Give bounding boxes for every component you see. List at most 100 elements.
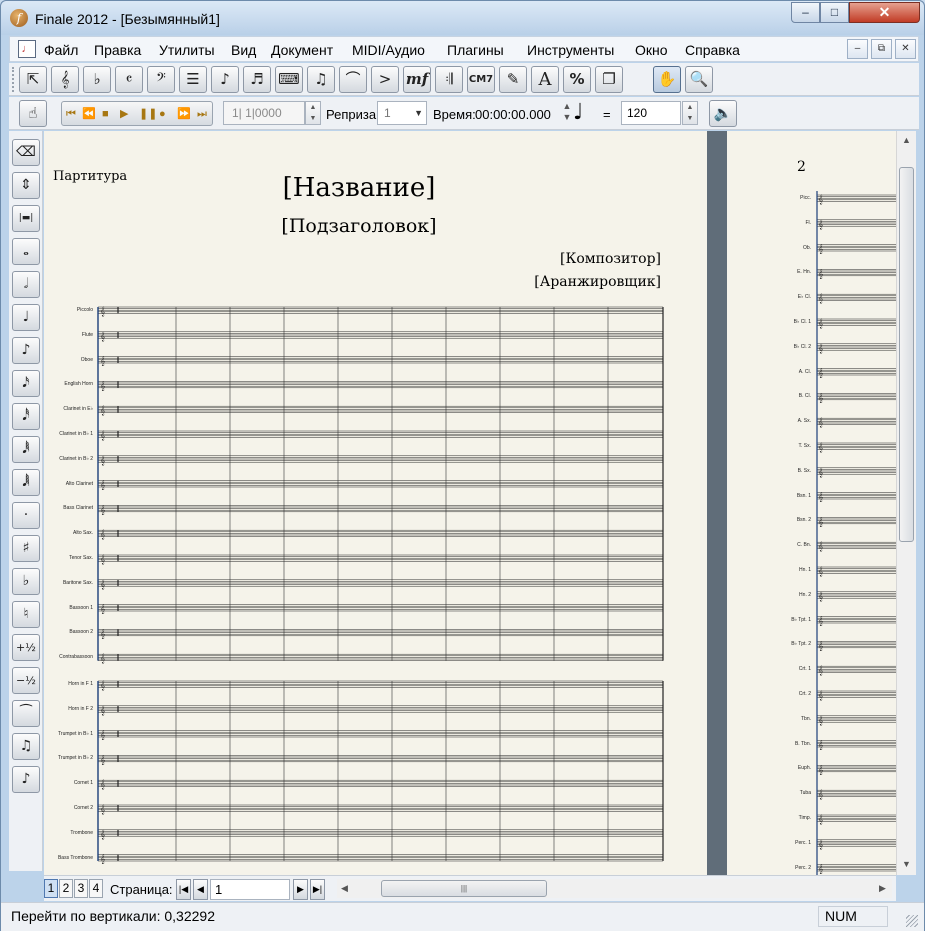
half-note-icon[interactable]: 𝅗𝅥 xyxy=(12,271,40,298)
half-step-down-icon[interactable]: −½ xyxy=(12,667,40,694)
maximize-button[interactable]: □ xyxy=(820,2,849,23)
simple-entry-tool-icon[interactable]: ♪ xyxy=(211,66,239,93)
playback-options-icon[interactable]: ☝ xyxy=(19,100,47,127)
hundred-twenty-eighth-note-icon[interactable]: 𝅘𝅥𝅲 xyxy=(12,469,40,496)
measure-rest-icon[interactable]: |▬| xyxy=(12,205,40,232)
page-tab-1[interactable]: 1 xyxy=(44,879,58,898)
score-page-1[interactable]: Партитура [Название] [Подзаголовок] [Ком… xyxy=(44,131,707,875)
scroll-right-icon[interactable]: ▶ xyxy=(879,883,886,894)
quarter-note-tool-icon[interactable]: ♩ xyxy=(12,304,40,331)
menu-plugins[interactable]: Плагины xyxy=(447,42,504,58)
clef-tool-icon[interactable]: 𝄢 xyxy=(147,66,175,93)
menu-utilities[interactable]: Утилиты xyxy=(159,42,215,58)
lyrics-tool-icon[interactable]: ✎ xyxy=(499,66,527,93)
articulation-tool-icon[interactable]: > xyxy=(371,66,399,93)
tuplet-tool-icon[interactable]: ♫ xyxy=(307,66,335,93)
previous-page-icon[interactable]: ◀ xyxy=(193,879,208,900)
score-canvas[interactable]: Партитура [Название] [Подзаголовок] [Ком… xyxy=(44,131,896,875)
tie-icon[interactable]: ⁀ xyxy=(12,700,40,727)
hand-grabber-tool-icon[interactable]: ✋ xyxy=(653,66,681,93)
scroll-left-icon[interactable]: ◀ xyxy=(341,883,348,894)
smart-shape-tool-icon[interactable]: ⌒ xyxy=(339,66,367,93)
mdi-close-button[interactable]: ✕ xyxy=(895,39,916,59)
staff-tool-icon[interactable]: 𝄞 xyxy=(51,66,79,93)
scroll-down-icon[interactable]: ▼ xyxy=(902,859,911,869)
sixty-fourth-note-icon[interactable]: 𝅘𝅥𝅱 xyxy=(12,436,40,463)
menu-midi-audio[interactable]: MIDI/Аудио xyxy=(352,42,425,58)
counter-spinner[interactable]: ▲ ▼ xyxy=(305,101,321,125)
next-page-icon[interactable]: ▶ xyxy=(293,879,308,900)
page-number-input[interactable] xyxy=(210,879,290,900)
measure-counter[interactable]: 1| 1|0000 xyxy=(223,101,305,125)
menu-file[interactable]: Файл xyxy=(44,42,78,58)
pause-icon[interactable]: ❚❚ xyxy=(139,107,157,121)
title-bar[interactable]: f Finale 2012 - [Безымянный1] – □ ✕ xyxy=(1,1,924,35)
text-tool-icon[interactable]: A xyxy=(531,66,559,93)
fast-forward-end-icon[interactable]: ⏭ xyxy=(197,107,207,121)
page-layout-tool-icon[interactable]: ❐ xyxy=(595,66,623,93)
close-button[interactable]: ✕ xyxy=(849,2,920,23)
page-tab-4[interactable]: 4 xyxy=(89,879,103,898)
expression-tool-icon[interactable]: mf xyxy=(403,66,431,93)
tuplet-icon[interactable]: ♫ xyxy=(12,733,40,760)
zoom-tool-icon[interactable]: 🔍 xyxy=(685,66,713,93)
vertical-scroll-thumb[interactable] xyxy=(899,167,914,542)
resize-tool-icon[interactable]: % xyxy=(563,66,591,93)
natural-icon[interactable]: ♮ xyxy=(12,601,40,628)
menu-window[interactable]: Окно xyxy=(635,42,668,58)
menu-document[interactable]: Документ xyxy=(271,42,333,58)
measure-tool-icon[interactable]: ☰ xyxy=(179,66,207,93)
flat-icon[interactable]: ♭ xyxy=(12,568,40,595)
minimize-button[interactable]: – xyxy=(791,2,820,23)
sixteenth-note-icon[interactable]: 𝅘𝅥𝅯 xyxy=(12,370,40,397)
thirty-second-note-icon[interactable]: 𝅘𝅥𝅰 xyxy=(12,403,40,430)
speaker-icon[interactable]: 🔈 xyxy=(709,100,737,127)
step-back-icon[interactable]: ⏪ xyxy=(82,107,96,121)
menu-view[interactable]: Вид xyxy=(231,42,256,58)
menu-help[interactable]: Справка xyxy=(685,42,740,58)
mdi-restore-button[interactable]: ⧉ xyxy=(871,39,892,59)
tempo-spinner[interactable]: ▲ ▼ xyxy=(682,101,698,125)
hyperscribe-tool-icon[interactable]: ⌨ xyxy=(275,66,303,93)
document-icon[interactable]: ♩ xyxy=(18,40,36,58)
vertical-scrollbar[interactable]: ▲ ▼ xyxy=(896,131,916,875)
step-forward-icon[interactable]: ⏩ xyxy=(177,107,191,121)
score-page-2[interactable]: 2 Picc. Fl. Ob. E. Hn. E♭ Cl. B♭ Cl. 1 B♭ Cl. … xyxy=(727,131,896,875)
toolbar-grip[interactable] xyxy=(12,67,16,92)
quarter-note-icon[interactable]: ♩ xyxy=(573,100,583,125)
key-signature-tool-icon[interactable]: ♭ xyxy=(83,66,111,93)
stop-icon[interactable]: ■ xyxy=(102,107,109,121)
repeat-select[interactable]: 1 ▼ xyxy=(377,101,427,125)
horizontal-scroll-thumb[interactable]: ||| xyxy=(381,880,547,897)
menu-edit[interactable]: Правка xyxy=(94,42,141,58)
repeat-tool-icon[interactable]: 𝄇 xyxy=(435,66,463,93)
whole-note-icon[interactable]: 𝅝 xyxy=(12,238,40,265)
half-step-up-icon[interactable]: +½ xyxy=(12,634,40,661)
first-page-icon[interactable]: |◀ xyxy=(176,879,191,900)
speedy-entry-tool-icon[interactable]: ♬ xyxy=(243,66,271,93)
record-icon[interactable]: ● xyxy=(159,107,166,121)
transpose-icon[interactable]: ⇕ xyxy=(12,172,40,199)
finale-logo-icon[interactable]: f xyxy=(10,9,28,27)
score-staves[interactable]: 𝄞 𝄞 𝄞 𝄞 𝄞 𝄞 𝄞 𝄞 𝄞 𝄞 𝄞 𝄞 𝄞 𝄞 𝄞 𝄞 𝄞 𝄞 𝄞 𝄞 𝄞 𝄞 𝄞 xyxy=(44,131,707,875)
sharp-icon[interactable]: ♯ xyxy=(12,535,40,562)
time-signature-tool-icon[interactable]: 𝄴 xyxy=(115,66,143,93)
play-icon[interactable]: ▶ xyxy=(120,107,128,121)
menu-tools[interactable]: Инструменты xyxy=(527,42,614,58)
page-tab-2[interactable]: 2 xyxy=(59,879,73,898)
eighth-note-icon[interactable]: ♪ xyxy=(12,337,40,364)
tempo-input[interactable]: 120 xyxy=(621,101,681,125)
last-page-icon[interactable]: ▶| xyxy=(310,879,325,900)
eraser-icon[interactable]: ⌫ xyxy=(12,139,40,166)
rewind-start-icon[interactable]: ⏮ xyxy=(66,107,76,121)
grace-note-icon[interactable]: ♪ xyxy=(12,766,40,793)
selection-tool-icon[interactable]: ⇱ xyxy=(19,66,47,93)
chord-tool-icon[interactable]: CM7 xyxy=(467,66,495,93)
scroll-up-icon[interactable]: ▲ xyxy=(902,135,911,145)
score-staves-page-2[interactable]: 𝄞 𝄞 𝄞 𝄞 𝄞 𝄞 𝄞 𝄞 𝄞 𝄞 𝄞 𝄞 𝄞 𝄞 𝄞 𝄞 𝄞 𝄞 𝄞 𝄞 𝄞 𝄞 𝄞 𝄞 𝄞 𝄞 𝄞 𝄞 xyxy=(727,131,896,875)
mdi-minimize-button[interactable]: – xyxy=(847,39,868,59)
dot-icon[interactable]: · xyxy=(12,502,40,529)
page-tab-3[interactable]: 3 xyxy=(74,879,88,898)
horizontal-scrollbar[interactable]: ◀ ||| ▶ xyxy=(337,879,892,898)
resize-grip-icon[interactable] xyxy=(906,915,918,927)
